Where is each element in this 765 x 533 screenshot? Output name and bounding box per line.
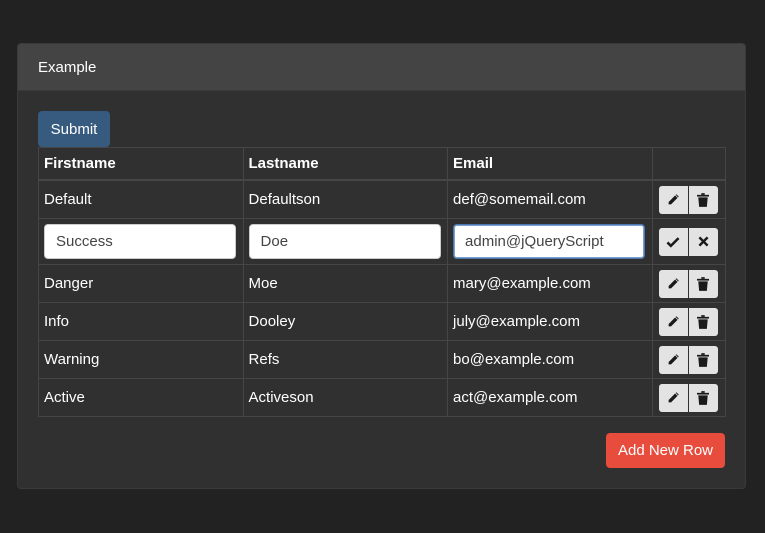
example-panel: Example Submit Firstname Lastname Email … [17,43,746,489]
cell-email [447,218,653,265]
cell-firstname: Active [38,378,244,417]
table-row: Active Activeson act@example.com [38,378,727,417]
table-row: Default Defaultson def@somemail.com [38,179,727,219]
delete-button[interactable] [688,345,718,374]
table-row-editing [38,218,727,265]
cell-actions [651,179,727,219]
cell-actions [651,302,727,341]
cell-lastname: Moe [242,264,449,303]
editable-table: Firstname Lastname Email Default Default… [38,147,727,417]
cancel-button[interactable] [688,227,718,256]
submit-button[interactable]: Submit [38,111,110,147]
trash-icon [697,390,710,405]
delete-button[interactable] [688,307,718,336]
pencil-icon [667,193,680,206]
edit-button[interactable] [658,185,688,214]
cell-actions [651,264,727,303]
lastname-input[interactable] [248,224,441,259]
email-input[interactable] [453,224,646,259]
cell-email: bo@example.com [447,340,653,379]
trash-icon [697,192,710,207]
cell-actions [651,378,727,417]
cell-actions [651,218,727,265]
add-new-row-button[interactable]: Add New Row [606,433,725,468]
header-actions [651,147,727,181]
header-firstname: Firstname [38,147,244,181]
cell-actions [651,340,727,379]
row-actions [658,383,720,412]
pencil-icon [667,391,680,404]
cell-firstname: Danger [38,264,244,303]
row-actions [658,185,720,214]
close-icon [698,236,709,247]
edit-button[interactable] [658,269,688,298]
cell-email: mary@example.com [447,264,653,303]
panel-title: Example [18,44,745,91]
cell-firstname: Default [38,179,244,219]
cell-lastname: Refs [242,340,449,379]
edit-button[interactable] [658,307,688,336]
cell-lastname: Defaultson [242,179,449,219]
trash-icon [697,314,710,329]
save-button[interactable] [658,227,688,256]
table-row: Warning Refs bo@example.com [38,340,727,379]
row-actions [658,269,720,298]
cell-email: act@example.com [447,378,653,417]
pencil-icon [667,315,680,328]
delete-button[interactable] [688,185,718,214]
row-actions [658,307,720,336]
cell-lastname: Dooley [242,302,449,341]
delete-button[interactable] [688,383,718,412]
cell-lastname: Activeson [242,378,449,417]
edit-button[interactable] [658,345,688,374]
trash-icon [697,352,710,367]
row-actions [658,345,720,374]
cell-firstname [38,218,244,265]
cell-email: july@example.com [447,302,653,341]
pencil-icon [667,277,680,290]
cell-lastname [242,218,449,265]
table-row: Danger Moe mary@example.com [38,264,727,303]
check-icon [666,236,680,248]
pencil-icon [667,353,680,366]
table-row: Info Dooley july@example.com [38,302,727,341]
cell-email: def@somemail.com [447,179,653,219]
header-lastname: Lastname [242,147,449,181]
table-header-row: Firstname Lastname Email [38,147,727,181]
cell-firstname: Info [38,302,244,341]
cell-firstname: Warning [38,340,244,379]
delete-button[interactable] [688,269,718,298]
edit-button[interactable] [658,383,688,412]
trash-icon [697,276,710,291]
firstname-input[interactable] [44,224,236,259]
row-actions [658,227,720,256]
header-email: Email [447,147,653,181]
